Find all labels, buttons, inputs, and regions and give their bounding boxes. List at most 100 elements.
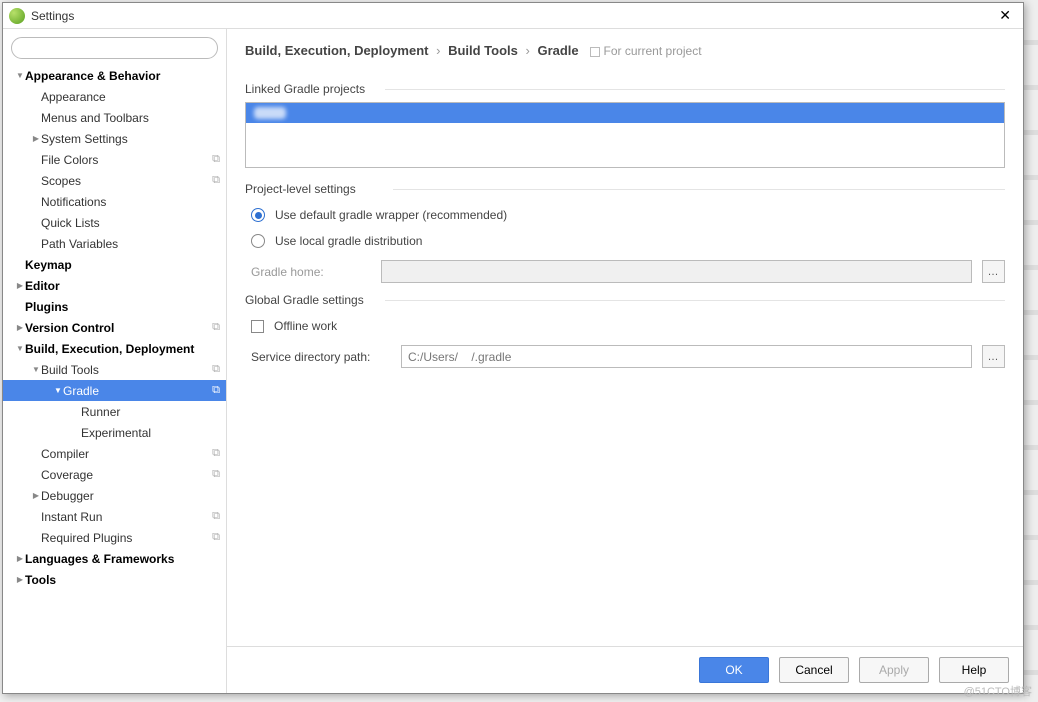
linked-project-item[interactable] xyxy=(246,103,1004,123)
project-scope-icon: ⧉ xyxy=(208,531,220,544)
linked-projects-label: Linked Gradle projects xyxy=(245,82,1005,96)
gradle-home-row: Gradle home: … xyxy=(251,260,1005,283)
tree-item-keymap[interactable]: Keymap xyxy=(3,254,226,275)
service-dir-label: Service directory path: xyxy=(251,350,391,364)
radio-local-label: Use local gradle distribution xyxy=(275,234,422,248)
service-dir-browse-button[interactable]: … xyxy=(982,345,1005,368)
tree-item-plugins[interactable]: Plugins xyxy=(3,296,226,317)
close-button[interactable]: ✕ xyxy=(993,7,1017,24)
breadcrumb: Build, Execution, Deployment › Build Too… xyxy=(227,29,1023,68)
tree-arrow-icon: ▼ xyxy=(15,344,25,353)
tree-item-label: Notifications xyxy=(41,195,220,209)
settings-tree[interactable]: ▼Appearance & Behavior Appearance Menus an… xyxy=(3,65,226,693)
tree-item-gradle[interactable]: ▼Gradle⧉ xyxy=(3,380,226,401)
tree-item-languages-frameworks[interactable]: ▶Languages & Frameworks xyxy=(3,548,226,569)
radio-local[interactable] xyxy=(251,234,265,248)
ok-button[interactable]: OK xyxy=(699,657,769,683)
project-scope-icon xyxy=(590,47,600,57)
tree-item-label: Instant Run xyxy=(41,510,208,524)
service-dir-field[interactable] xyxy=(401,345,972,368)
tree-item-system-settings[interactable]: ▶System Settings xyxy=(3,128,226,149)
tree-item-label: Version Control xyxy=(25,321,208,335)
tree-arrow-icon: ▶ xyxy=(31,134,41,143)
global-settings-label: Global Gradle settings xyxy=(245,293,1005,307)
project-scope-icon: ⧉ xyxy=(208,174,220,187)
app-icon xyxy=(9,8,25,24)
cancel-button[interactable]: Cancel xyxy=(779,657,849,683)
tree-item-compiler[interactable]: Compiler⧉ xyxy=(3,443,226,464)
tree-item-build-execution-deployment[interactable]: ▼Build, Execution, Deployment xyxy=(3,338,226,359)
tree-arrow-icon: ▼ xyxy=(53,386,63,395)
project-scope-icon: ⧉ xyxy=(208,468,220,481)
breadcrumb-hint: For current project xyxy=(590,44,702,58)
apply-button[interactable]: Apply xyxy=(859,657,929,683)
tree-item-quick-lists[interactable]: Quick Lists xyxy=(3,212,226,233)
radio-local-wrapper[interactable]: Use local gradle distribution xyxy=(251,234,1005,248)
tree-item-experimental[interactable]: Experimental xyxy=(3,422,226,443)
tree-item-label: Plugins xyxy=(25,300,220,314)
crumb-sep: › xyxy=(436,43,440,58)
tree-item-required-plugins[interactable]: Required Plugins⧉ xyxy=(3,527,226,548)
project-scope-icon: ⧉ xyxy=(208,447,220,460)
main-panel: Build, Execution, Deployment › Build Too… xyxy=(227,29,1023,693)
window-title: Settings xyxy=(31,9,74,23)
tree-item-label: Build, Execution, Deployment xyxy=(25,342,220,356)
tree-item-runner[interactable]: Runner xyxy=(3,401,226,422)
tree-item-label: Scopes xyxy=(41,174,208,188)
gradle-home-label: Gradle home: xyxy=(251,265,371,279)
tree-item-label: Experimental xyxy=(81,426,220,440)
gradle-home-field xyxy=(381,260,972,283)
watermark: @51CTO博客 xyxy=(964,683,1032,699)
offline-work-row[interactable]: Offline work xyxy=(251,319,1005,333)
tree-item-editor[interactable]: ▶Editor xyxy=(3,275,226,296)
tree-arrow-icon: ▶ xyxy=(31,491,41,500)
tree-item-tools[interactable]: ▶Tools xyxy=(3,569,226,590)
tree-item-instant-run[interactable]: Instant Run⧉ xyxy=(3,506,226,527)
tree-item-notifications[interactable]: Notifications xyxy=(3,191,226,212)
tree-item-label: Editor xyxy=(25,279,220,293)
tree-item-appearance[interactable]: Appearance xyxy=(3,86,226,107)
tree-item-label: Appearance xyxy=(41,90,220,104)
tree-item-label: Menus and Toolbars xyxy=(41,111,220,125)
tree-item-label: Compiler xyxy=(41,447,208,461)
tree-arrow-icon: ▶ xyxy=(15,575,25,584)
tree-item-file-colors[interactable]: File Colors⧉ xyxy=(3,149,226,170)
tree-item-debugger[interactable]: ▶Debugger xyxy=(3,485,226,506)
radio-default-label: Use default gradle wrapper (recommended) xyxy=(275,208,507,222)
tree-arrow-icon: ▶ xyxy=(15,323,25,332)
tree-item-label: System Settings xyxy=(41,132,220,146)
background-fragment xyxy=(1024,0,1038,702)
tree-item-appearance-behavior[interactable]: ▼Appearance & Behavior xyxy=(3,65,226,86)
tree-item-build-tools[interactable]: ▼Build Tools⧉ xyxy=(3,359,226,380)
main-body: Linked Gradle projects Project-level set… xyxy=(227,68,1023,646)
offline-work-label: Offline work xyxy=(274,319,337,333)
tree-item-path-variables[interactable]: Path Variables xyxy=(3,233,226,254)
tree-item-label: Quick Lists xyxy=(41,216,220,230)
tree-item-label: Required Plugins xyxy=(41,531,208,545)
crumb-sep: › xyxy=(526,43,530,58)
tree-arrow-icon: ▶ xyxy=(15,554,25,563)
linked-projects-list[interactable] xyxy=(245,102,1005,168)
tree-item-scopes[interactable]: Scopes⧉ xyxy=(3,170,226,191)
tree-item-label: Languages & Frameworks xyxy=(25,552,220,566)
tree-item-menus-and-toolbars[interactable]: Menus and Toolbars xyxy=(3,107,226,128)
help-button[interactable]: Help xyxy=(939,657,1009,683)
radio-default[interactable] xyxy=(251,208,265,222)
tree-arrow-icon: ▶ xyxy=(15,281,25,290)
tree-item-label: Runner xyxy=(81,405,220,419)
search-input[interactable] xyxy=(11,37,218,59)
gradle-home-browse-button[interactable]: … xyxy=(982,260,1005,283)
project-scope-icon: ⧉ xyxy=(208,510,220,523)
radio-default-wrapper[interactable]: Use default gradle wrapper (recommended) xyxy=(251,208,1005,222)
tree-item-coverage[interactable]: Coverage⧉ xyxy=(3,464,226,485)
tree-item-label: Coverage xyxy=(41,468,208,482)
offline-work-checkbox[interactable] xyxy=(251,320,264,333)
crumb-1: Build Tools xyxy=(448,43,518,58)
tree-item-label: Path Variables xyxy=(41,237,220,251)
tree-item-version-control[interactable]: ▶Version Control⧉ xyxy=(3,317,226,338)
crumb-0: Build, Execution, Deployment xyxy=(245,43,428,58)
title-bar: Settings ✕ xyxy=(3,3,1023,29)
project-scope-icon: ⧉ xyxy=(208,153,220,166)
tree-item-label: Keymap xyxy=(25,258,220,272)
tree-item-label: Build Tools xyxy=(41,363,208,377)
